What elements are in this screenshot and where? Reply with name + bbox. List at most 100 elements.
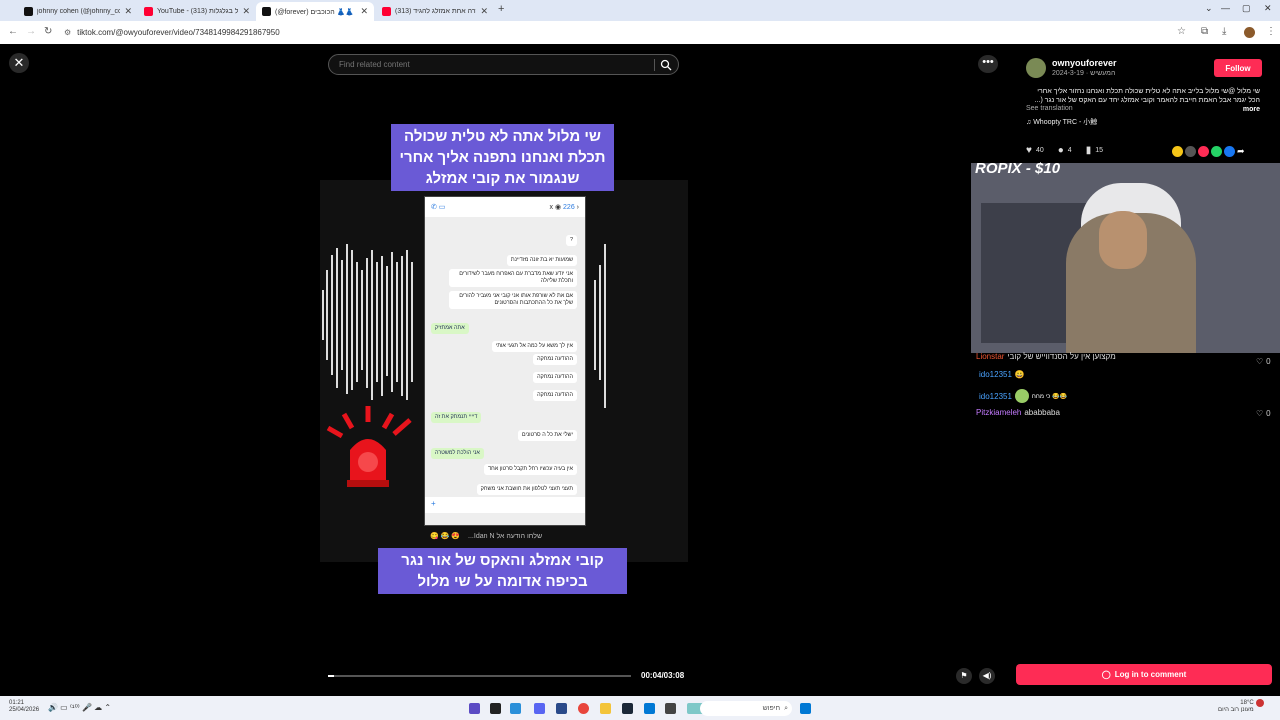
discord-icon[interactable] [534, 703, 545, 714]
search-divider [654, 59, 655, 71]
siren-graphic [326, 406, 412, 487]
chat-like-count: 0 [1266, 357, 1271, 366]
music-row[interactable]: ♫ Whoopty TRC - 小鯨 [1026, 117, 1097, 127]
facebook-icon[interactable] [1224, 146, 1235, 157]
close-tab-icon[interactable]: ✕ [360, 6, 368, 17]
chat-username: ido12351 [979, 391, 1012, 401]
browser-tab-2[interactable]: YouTube - (313) יוסי של בגלגלות ✕ [138, 2, 256, 21]
tiktok-icon [262, 7, 271, 16]
chat-bubble: אתה אמתזיק [431, 323, 469, 334]
chat-message: Lionstar מקצוען אין על הסנדווייש של קובי [976, 352, 1116, 361]
video-progress-bar[interactable] [328, 675, 631, 677]
more-options-button[interactable]: ••• [978, 55, 998, 73]
share-icons: ➦ [1172, 146, 1248, 157]
notification-badge-icon[interactable] [1256, 699, 1264, 707]
send-icon[interactable] [1198, 146, 1209, 157]
forward-icon[interactable]: → [26, 26, 36, 37]
bookmark-icon[interactable]: ▮ [1086, 145, 1092, 156]
app-icon-5[interactable] [556, 703, 567, 714]
tray-icons[interactable]: 🔊 ▭ ⁽¹⁰⁾ 🎤 ☁ ⌃ [48, 704, 111, 712]
chat-like-count: 0 [1266, 409, 1271, 418]
close-icon: ✕ [13, 55, 25, 70]
report-button[interactable]: ⚑ [956, 668, 972, 684]
weather-widget[interactable]: 18°C מעונן רוב היום [1218, 700, 1254, 714]
like-count: 40 [1035, 147, 1044, 154]
tab-title: (@forever) הכוכבים 👗👗 [275, 8, 355, 16]
maximize-button[interactable]: ▢ [1242, 3, 1251, 14]
chat-like[interactable]: ♡ 0 [1256, 357, 1271, 366]
close-video-button[interactable]: ✕ [9, 53, 29, 73]
steam-icon[interactable] [622, 703, 633, 714]
login-to-comment-button[interactable]: ◯ Log in to comment [1016, 664, 1272, 685]
taskbar-search[interactable]: חיפוש ⌕ [700, 701, 792, 716]
music-title: Whoopty TRC - 小鯨 [1033, 119, 1098, 126]
reaction-bar: 😋 😂 😍 שלחו הודעה אל Idan N... [424, 528, 584, 544]
close-tab-icon[interactable]: ✕ [242, 6, 250, 17]
related-search-input[interactable] [337, 59, 641, 70]
follow-button[interactable]: Follow [1214, 59, 1262, 77]
new-tab-button[interactable]: + [498, 3, 504, 15]
profile-avatar[interactable] [1244, 27, 1255, 38]
chat-text: כי מחח 😂😂 [1031, 393, 1067, 400]
search-icon[interactable] [660, 58, 672, 76]
extensions-icon[interactable]: ⧉ [1201, 26, 1208, 37]
description-text: שי מלול @שי מלול בלייב אתה לא טלית שכולה… [1034, 88, 1260, 104]
share-coin-icon[interactable] [1172, 146, 1183, 157]
chat-text: מקצוען אין על הסנדווייש של קובי [1007, 352, 1116, 361]
window-close-button[interactable]: ✕ [1264, 3, 1272, 14]
close-tab-icon[interactable]: ✕ [124, 6, 132, 17]
heart-icon[interactable]: ♥ [1026, 145, 1032, 156]
chat-bubble: דיייי תנמתק את זה [431, 412, 482, 423]
chat-bubble: ? [565, 235, 577, 246]
close-tab-icon[interactable]: ✕ [480, 6, 488, 17]
chat-like[interactable]: ♡ 0 [1256, 409, 1271, 418]
author-name[interactable]: ownyouforever [1052, 58, 1117, 68]
see-translation-link[interactable]: See translation [1026, 105, 1073, 112]
chat-username: Lionstar [976, 352, 1005, 361]
video-time: 00:04/03:08 [641, 671, 685, 680]
video-caption-bottom: קובי אמזלג והאקס של אור נגר בכיפה אדומה … [378, 548, 627, 594]
whatsapp-icon[interactable] [1211, 146, 1222, 157]
site-info-icon[interactable]: ⚙ [64, 28, 71, 37]
author-subtitle: המעשיש · 2024-3-19 [1052, 70, 1116, 77]
author-avatar[interactable] [1026, 58, 1046, 78]
embed-icon[interactable] [1185, 146, 1196, 157]
share-arrow-icon[interactable]: ➦ [1237, 146, 1248, 157]
chat-username: Pitzkiameleh [976, 408, 1022, 417]
file-explorer-icon[interactable] [600, 703, 611, 714]
caption-line: קובי אמזלג והאקס של אור נגר [401, 552, 604, 569]
caption-line: שי מלול אתה לא טלית שכולה [403, 128, 601, 145]
engagement-row: ♥ 40 ● 4 ▮ 15 [1026, 145, 1103, 156]
url-text: tiktok.com/@owyouforever/video/734814998… [77, 28, 280, 37]
app-icon-3[interactable] [510, 703, 521, 714]
downloads-icon[interactable]: ⤓ [1222, 26, 1226, 37]
donation-alert: ROPIX - $10 [975, 160, 1061, 177]
app-icon-2[interactable] [490, 703, 501, 714]
store-icon[interactable] [644, 703, 655, 714]
chrome-icon[interactable] [578, 703, 589, 714]
more-link[interactable]: more [1243, 106, 1260, 113]
reload-icon[interactable]: ↻ [44, 26, 52, 37]
start-button[interactable] [800, 703, 811, 714]
minimize-button[interactable]: — [1221, 3, 1230, 13]
clock: 01:21 25/04/2026 [9, 700, 40, 713]
chat-text: ababbaba [1024, 408, 1060, 417]
volume-button[interactable]: ◀) [979, 668, 995, 684]
stream-webcam-overlay [971, 163, 1280, 353]
comment-icon[interactable]: ● [1058, 145, 1064, 156]
url-field[interactable]: ⚙ tiktok.com/@owyouforever/video/7348149… [64, 24, 1164, 41]
app-icon-10[interactable] [665, 703, 676, 714]
browser-tab-4[interactable]: (313) סדרה אחת אמזלג להגיד ✕ [376, 2, 494, 21]
browser-menu-icon[interactable]: ⋮ [1266, 26, 1276, 37]
browser-tab-bar: johnny cohen (@johnny_cohen... ✕ YouTube… [0, 0, 1280, 21]
bookmark-star-icon[interactable]: ☆ [1177, 26, 1186, 37]
chat-bubble: אני יודע שאת מדברת עם האפרוח מעבר לשידור… [449, 269, 577, 287]
back-icon[interactable]: ← [8, 26, 18, 37]
browser-tab-1[interactable]: johnny cohen (@johnny_cohen... ✕ [18, 2, 138, 21]
tab-search-icon[interactable]: ⌄ [1205, 3, 1213, 14]
tiktok-icon [24, 7, 33, 16]
browser-tab-3[interactable]: (@forever) הכוכבים 👗👗 ✕ [256, 2, 374, 21]
chat-x: x ◉ 226 › [549, 204, 579, 211]
chat-bubble: תעצי תעצי לטלפון את חושבת אני משחק [476, 484, 577, 495]
app-icon-1[interactable] [469, 703, 480, 714]
